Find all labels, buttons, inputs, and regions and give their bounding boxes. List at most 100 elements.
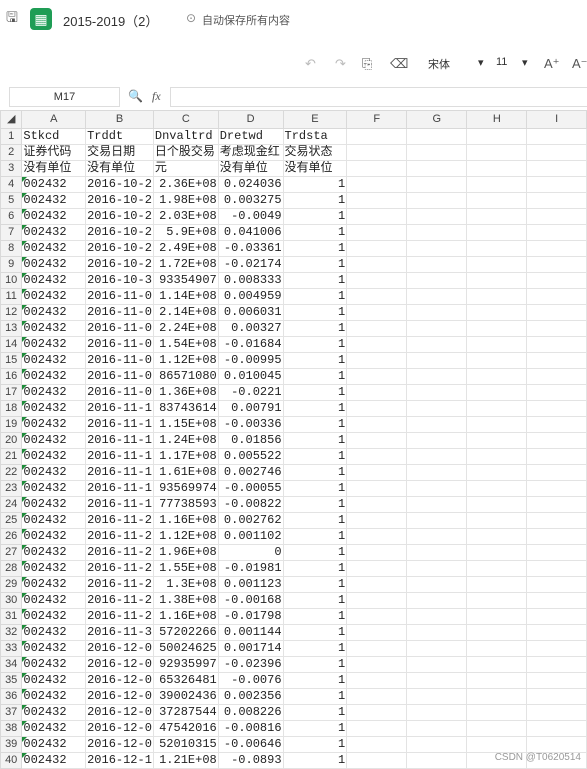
row-header[interactable]: 10 [0,272,23,289]
cell[interactable]: 1.16E+08 [152,608,219,625]
cell[interactable]: -0.03361 [217,240,284,257]
cell[interactable] [406,752,468,769]
cell[interactable] [406,336,468,353]
cell[interactable]: 002432 [21,592,87,609]
row-header[interactable]: 22 [0,464,23,481]
decrease-font-size-icon[interactable]: A⁻ [572,56,587,72]
cell[interactable]: 2016-12-0 [85,688,154,705]
cell[interactable]: -0.0893 [217,752,284,769]
cell[interactable] [346,272,408,289]
cell[interactable]: 没有单位 [217,160,284,177]
cell[interactable] [406,736,468,753]
cell[interactable] [526,352,587,369]
cell[interactable] [466,256,528,273]
cell[interactable] [526,416,587,433]
cell[interactable] [526,736,587,753]
cell[interactable]: -0.01981 [217,560,284,577]
cell[interactable]: 002432 [21,608,87,625]
cell[interactable]: 002432 [21,336,87,353]
cell[interactable] [346,512,408,529]
cell[interactable] [346,208,408,225]
cell[interactable] [406,144,468,161]
cell[interactable]: 2016-11-1 [85,448,154,465]
cell[interactable]: -0.00168 [217,592,284,609]
cell[interactable]: 2016-11-0 [85,384,154,401]
row-header[interactable]: 26 [0,528,23,545]
cell[interactable]: Trddt [85,128,154,145]
cell[interactable]: 002432 [21,640,87,657]
cell[interactable] [466,448,528,465]
cell[interactable] [406,432,468,449]
cell[interactable]: 93569974 [152,480,219,497]
cell[interactable] [346,256,408,273]
cell[interactable] [406,448,468,465]
cell[interactable] [526,512,587,529]
cell[interactable] [526,192,587,209]
column-header[interactable]: C [152,110,219,129]
cell[interactable] [526,624,587,641]
cell[interactable] [526,128,587,145]
cell[interactable]: 002432 [21,176,87,193]
cell[interactable] [346,592,408,609]
cell[interactable]: 2.49E+08 [152,240,219,257]
row-header[interactable]: 28 [0,560,23,577]
cell[interactable]: 002432 [21,672,87,689]
row-header[interactable]: 18 [0,400,23,417]
cell[interactable]: 2016-11-2 [85,528,154,545]
cell[interactable] [346,688,408,705]
cell[interactable] [466,128,528,145]
cell[interactable]: 002432 [21,432,87,449]
cell[interactable]: 002432 [21,320,87,337]
cell[interactable] [346,240,408,257]
cell[interactable] [406,128,468,145]
cell[interactable]: 39002436 [152,688,219,705]
cell[interactable]: 2016-11-0 [85,320,154,337]
row-header[interactable]: 5 [0,192,23,209]
cell[interactable]: 0.001102 [217,528,284,545]
cell[interactable]: 2016-11-0 [85,304,154,321]
cell[interactable] [466,608,528,625]
cell[interactable]: 002432 [21,208,87,225]
cell[interactable]: 2016-12-1 [85,752,154,769]
cell[interactable]: 1.54E+08 [152,336,219,353]
cell[interactable]: 2016-10-2 [85,176,154,193]
cell[interactable] [406,480,468,497]
row-header[interactable]: 6 [0,208,23,225]
cell[interactable]: 0.002356 [217,688,284,705]
cell[interactable] [406,624,468,641]
cell[interactable]: 2016-11-2 [85,576,154,593]
cell[interactable] [526,384,587,401]
cell[interactable]: 没有单位 [85,160,154,177]
cell[interactable]: 1.98E+08 [152,192,219,209]
cell[interactable] [466,480,528,497]
cell[interactable]: 1 [282,320,348,337]
cell[interactable] [346,560,408,577]
cell[interactable]: 1 [282,624,348,641]
cell[interactable] [406,688,468,705]
cell[interactable]: -0.00822 [217,496,284,513]
cell[interactable]: 2016-11-2 [85,608,154,625]
cell[interactable]: 1.3E+08 [152,576,219,593]
cell[interactable]: 002432 [21,512,87,529]
cell[interactable]: 002432 [21,400,87,417]
cell[interactable]: 2016-12-0 [85,640,154,657]
cell[interactable] [526,720,587,737]
cell[interactable]: 1 [282,352,348,369]
cell[interactable] [466,512,528,529]
cell[interactable]: 86571080 [152,368,219,385]
row-header[interactable]: 25 [0,512,23,529]
cell[interactable]: 0.024036 [217,176,284,193]
column-header[interactable]: G [406,110,468,129]
cell[interactable]: 1 [282,672,348,689]
column-header[interactable]: D [217,110,284,129]
cell[interactable] [466,544,528,561]
cell[interactable] [406,464,468,481]
cell[interactable] [406,608,468,625]
row-header[interactable]: 21 [0,448,23,465]
cell[interactable] [346,704,408,721]
cell[interactable] [406,704,468,721]
cell[interactable]: 47542016 [152,720,219,737]
cell[interactable]: -0.00816 [217,720,284,737]
cell[interactable]: 77738593 [152,496,219,513]
cell[interactable]: 2.14E+08 [152,304,219,321]
